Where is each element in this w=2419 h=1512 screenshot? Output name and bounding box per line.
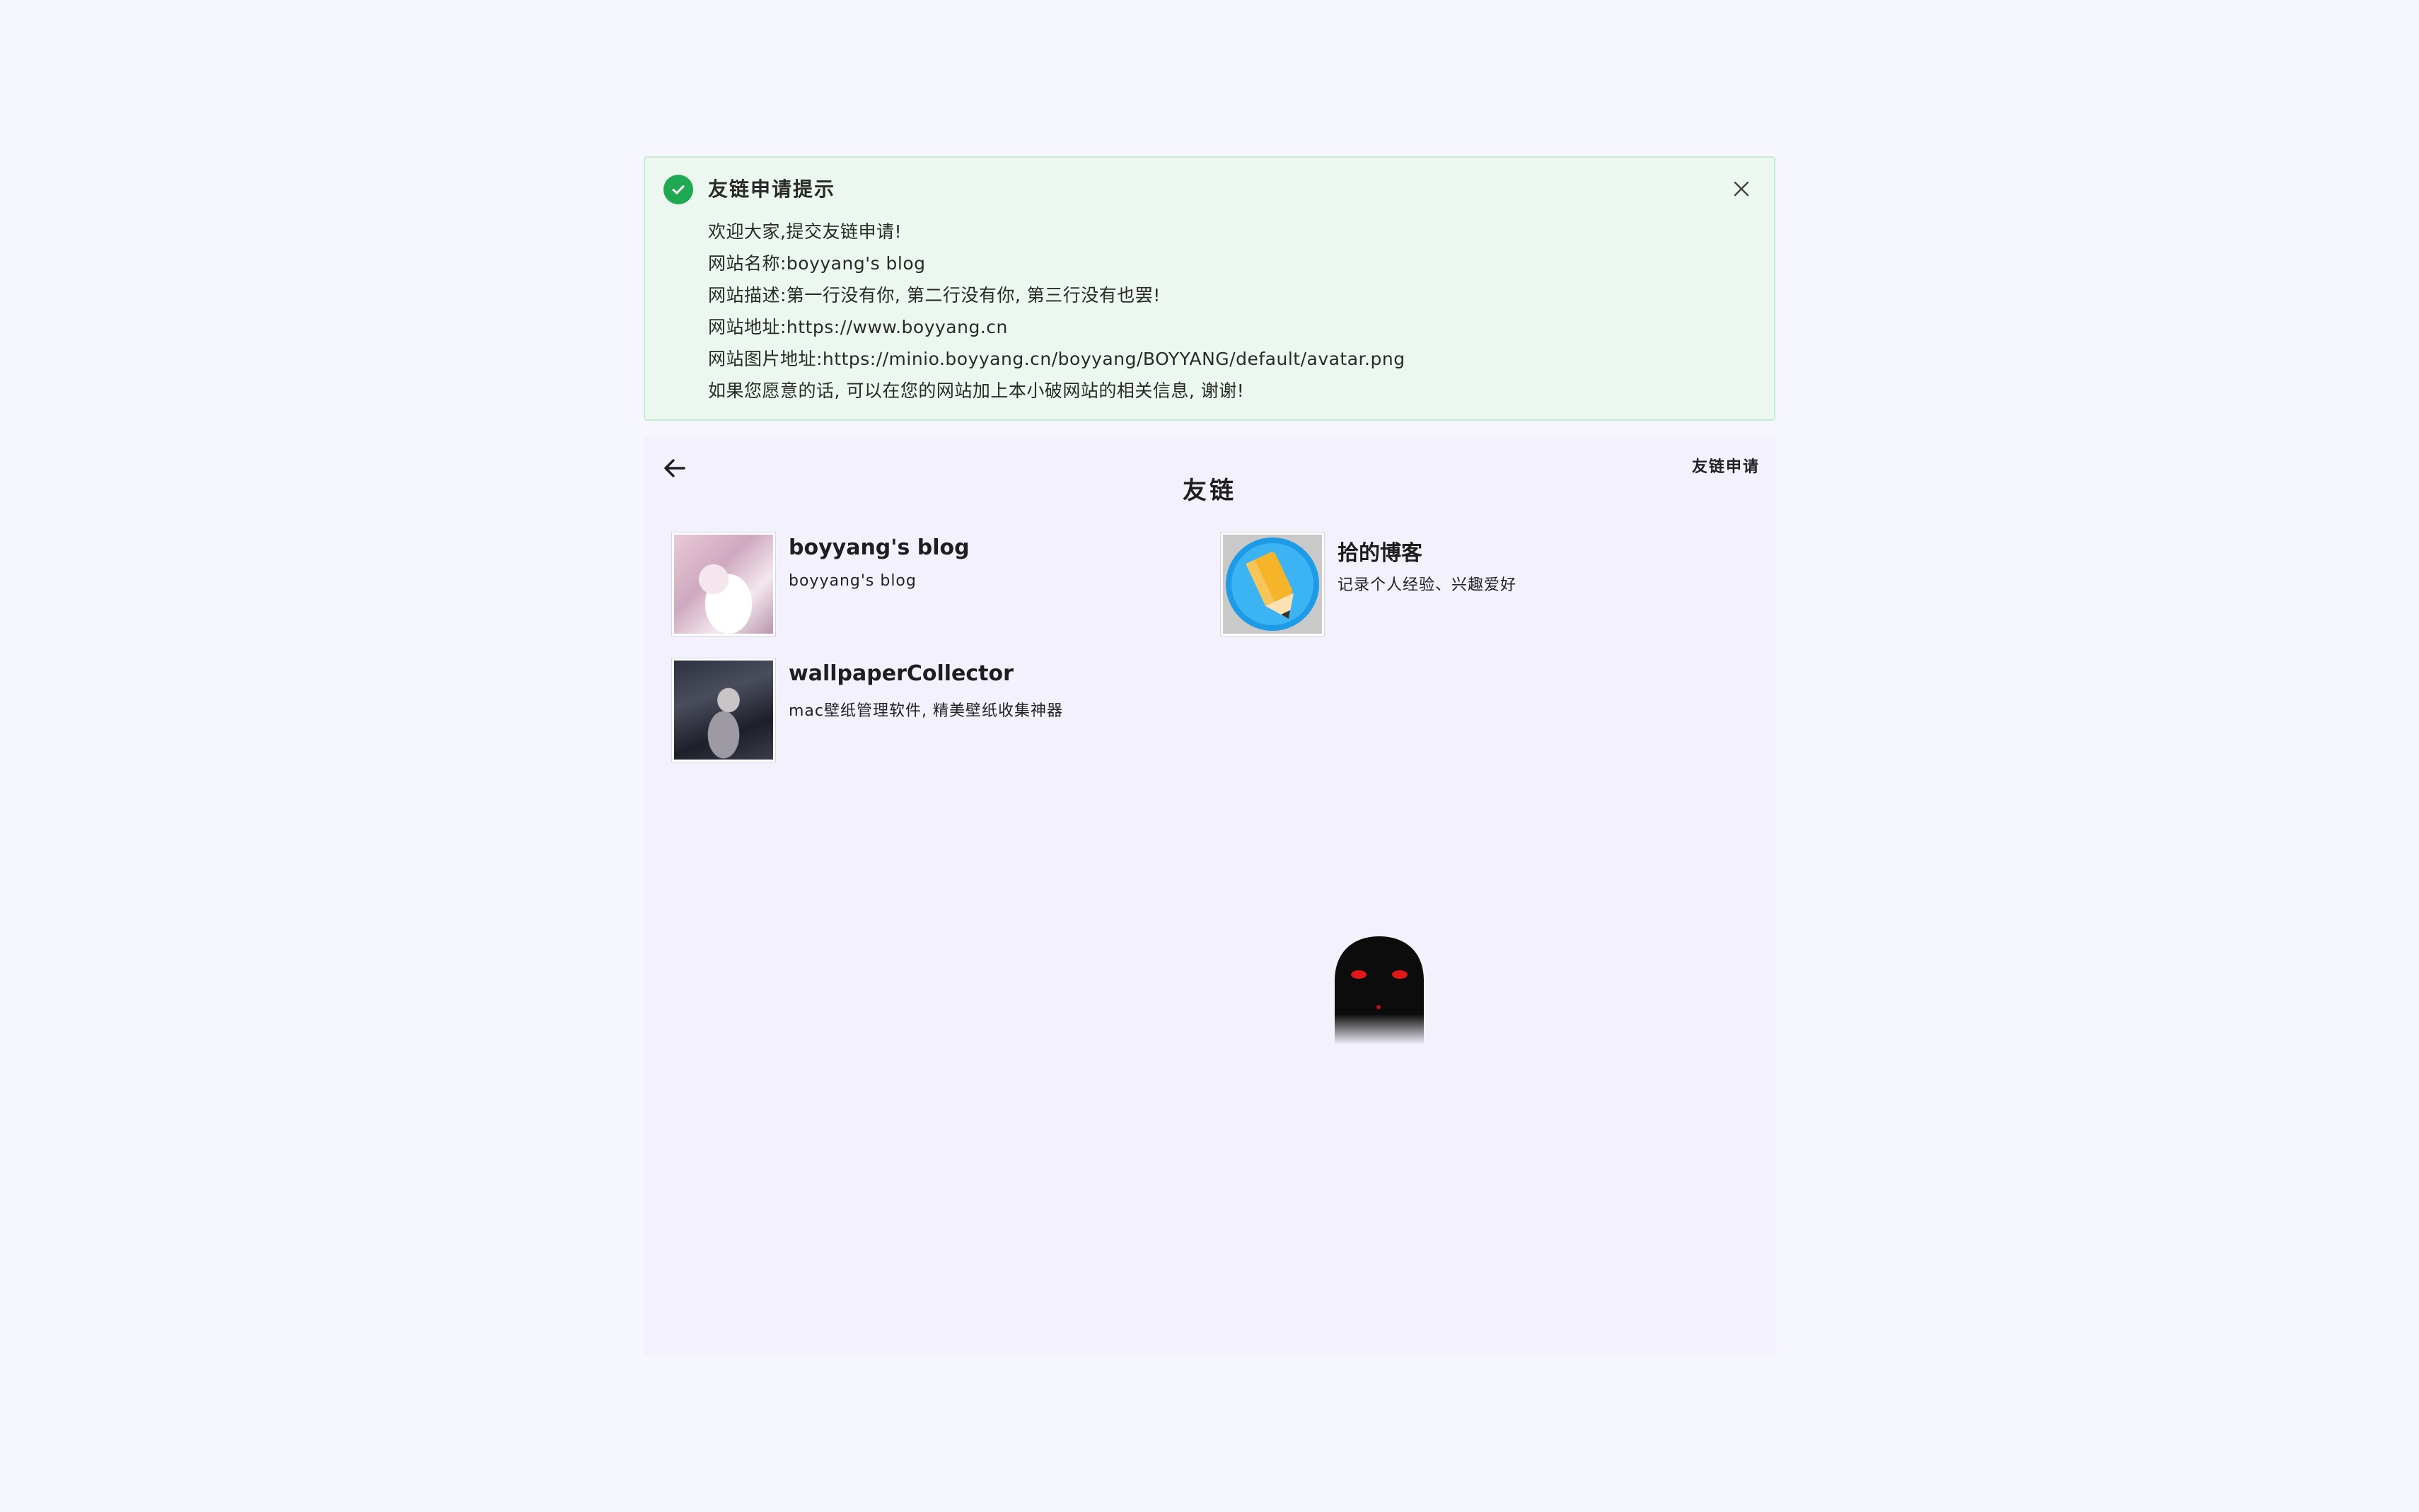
close-icon[interactable] [1729, 176, 1754, 202]
dark-anime-girl-avatar [672, 658, 775, 762]
notice-title: 友链申请提示 [708, 178, 836, 201]
page-title: 友链 [1183, 477, 1236, 505]
friend-link-card[interactable]: 拾的博客 记录个人经验、兴趣爱好 [1221, 533, 1716, 639]
notice-line: 网站描述:第一行没有你, 第二行没有你, 第三行没有也罢! [708, 285, 1161, 306]
notice-line: 欢迎大家,提交友链申请! [708, 221, 902, 242]
friend-link-description: boyyang's blog [789, 572, 917, 590]
notice-line: 网站图片地址:https://minio.boyyang.cn/boyyang/… [708, 349, 1405, 369]
friend-link-name: wallpaperCollector [789, 661, 1014, 686]
friend-link-name: 拾的博客 [1338, 541, 1422, 566]
notice-line: 网站地址:https://www.boyyang.cn [708, 317, 1008, 337]
friend-link-description: 记录个人经验、兴趣爱好 [1338, 576, 1517, 594]
notice-line: 网站名称:boyyang's blog [708, 253, 926, 274]
notice-lines: 欢迎大家,提交友链申请! 网站名称:boyyang's blog 网站描述:第一… [708, 216, 1405, 407]
pencil-logo-avatar [1221, 533, 1324, 636]
friend-link-card[interactable]: wallpaperCollector mac壁纸管理软件, 精美壁纸收集神器 [672, 658, 1167, 764]
friend-link-description: mac壁纸管理软件, 精美壁纸收集神器 [789, 702, 1063, 720]
anime-girl-pink-avatar [672, 533, 775, 636]
notice-line: 如果您愿意的话, 可以在您的网站加上本小破网站的相关信息, 谢谢! [708, 380, 1245, 401]
friend-links-panel: 友链申请 友链 boyyang's blog boyyang's blog 拾的… [644, 437, 1775, 1355]
friend-link-notice: 友链申请提示 欢迎大家,提交友链申请! 网站名称:boyyang's blog … [644, 156, 1775, 421]
ghost-icon[interactable] [1333, 935, 1425, 1045]
friend-link-card[interactable]: boyyang's blog boyyang's blog [672, 533, 1167, 639]
friend-link-name: boyyang's blog [789, 535, 970, 560]
check-circle-icon [663, 175, 693, 204]
